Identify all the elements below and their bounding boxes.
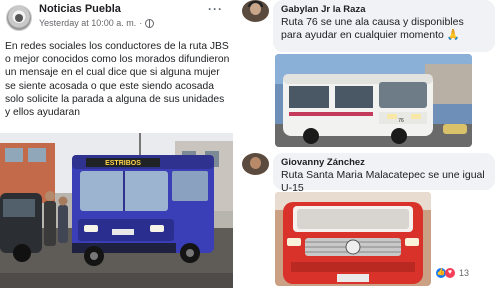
commenter-avatar[interactable] — [242, 153, 269, 175]
post-meta: Yesterday at 10:00 a. m. · — [39, 18, 155, 28]
comment-bubble: Giovanny Zánchez Ruta Santa Maria Malaca… — [273, 153, 495, 194]
comments-panel: Gabylan Jr la Raza Ruta 76 se une ala ca… — [233, 0, 500, 288]
reaction-summary[interactable]: 👍 ♥ 13 — [436, 268, 469, 278]
white-bus-illustration: 76 — [275, 54, 472, 147]
post-photo[interactable]: ESTRIBOS — [0, 133, 233, 288]
comment-bubble: Gabylan Jr la Raza Ruta 76 se une ala ca… — [273, 0, 495, 52]
comment-text: Ruta Santa Maria Malacatepec se une igua… — [281, 169, 485, 194]
comment-photo[interactable]: 76 — [275, 54, 472, 147]
more-options-icon[interactable]: ··· — [208, 2, 223, 16]
comment-author[interactable]: Gabylan Jr la Raza — [281, 4, 487, 16]
page-name[interactable]: Noticias Puebla — [39, 3, 121, 15]
bus-number: 76 — [398, 118, 404, 124]
red-bus-illustration — [275, 192, 431, 286]
post-body: En redes sociales los conductores de la … — [5, 41, 230, 119]
comment-photo[interactable] — [275, 192, 431, 286]
globe-icon — [145, 18, 155, 28]
comment-author[interactable]: Giovanny Zánchez — [281, 157, 487, 169]
facebook-post: Noticias Puebla Yesterday at 10:00 a. m.… — [0, 0, 233, 288]
reaction-count: 13 — [459, 268, 470, 278]
bus-illustration: ESTRIBOS — [0, 133, 233, 288]
bus-destination-sign: ESTRIBOS — [105, 160, 141, 167]
comment-text: Ruta 76 se une ala causa y disponibles p… — [281, 16, 464, 41]
commenter-avatar[interactable] — [242, 0, 269, 22]
page-avatar[interactable] — [6, 5, 32, 31]
post-timestamp[interactable]: Yesterday at 10:00 a. m. — [39, 18, 136, 28]
love-icon: ♥ — [445, 268, 455, 278]
